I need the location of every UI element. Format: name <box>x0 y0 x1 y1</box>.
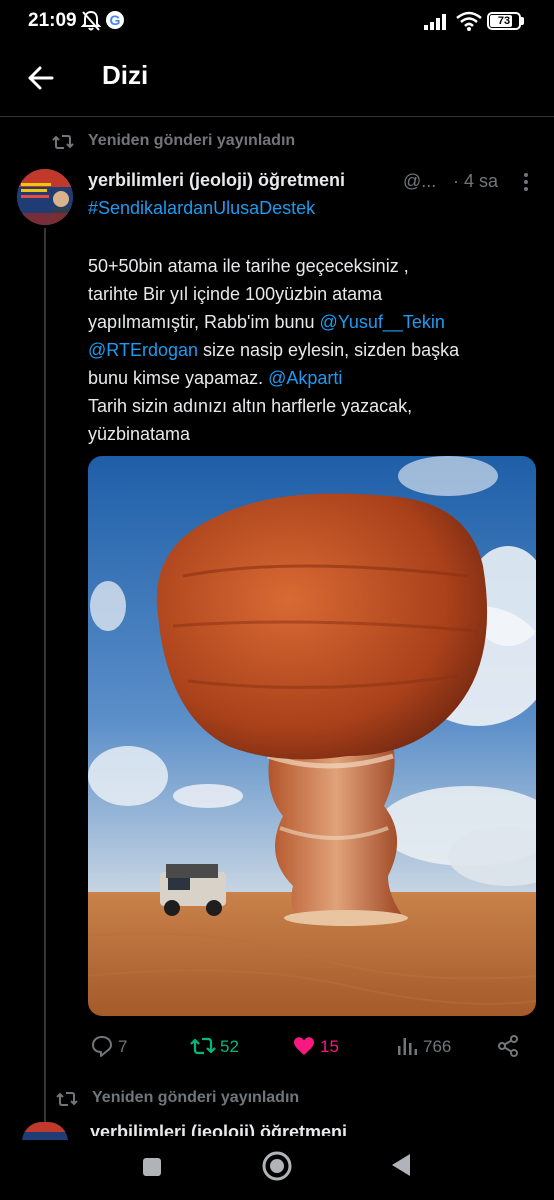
mention-link[interactable]: @Akparti <box>268 368 342 388</box>
next-author-name[interactable]: yerbilimleri (jeoloji) öğretmeni <box>90 1122 347 1136</box>
recent-apps-icon[interactable] <box>141 1156 163 1178</box>
wifi-icon <box>456 11 482 31</box>
back-arrow-icon[interactable] <box>22 58 62 98</box>
post-text-line: yapılmamıştir, Rabb'im bunu @Yusuf__Teki… <box>88 312 445 332</box>
back-triangle-icon[interactable] <box>390 1152 414 1178</box>
views-chart-icon <box>398 1038 417 1055</box>
like-button[interactable]: 15 <box>292 1034 348 1058</box>
repost-label[interactable]: Yeniden gönderi yayınladın <box>52 132 372 154</box>
post-text-line: yüzbinatama <box>88 424 191 444</box>
author-handle[interactable]: @... <box>403 171 436 192</box>
avatar[interactable] <box>17 169 73 225</box>
system-navigation-bar <box>0 1140 554 1200</box>
reply-count: 7 <box>118 1037 128 1056</box>
mention-link[interactable]: @RTErdogan <box>88 340 198 360</box>
home-icon[interactable] <box>261 1150 293 1182</box>
next-avatar[interactable] <box>22 1122 68 1142</box>
views-button[interactable]: 766 <box>395 1034 459 1058</box>
battery-level: 73 <box>497 15 511 27</box>
hashtag-link[interactable]: #SendikalardanUlusaDestek <box>88 198 315 219</box>
reply-icon <box>92 1036 112 1057</box>
post-text-line: Tarih sizin adınızı altın harflerle yaza… <box>88 396 413 416</box>
post-text-line: @RTErdogan size nasip eylesin, sizden ba… <box>88 340 460 360</box>
more-options-icon[interactable] <box>516 172 536 192</box>
author-name[interactable]: yerbilimleri (jeoloji) öğretmeni <box>88 170 345 191</box>
share-icon <box>498 1035 518 1057</box>
thread-line <box>44 228 46 1140</box>
battery-indicator: 73 <box>487 12 521 30</box>
battery-tip <box>521 17 524 25</box>
cellular-signal-icon <box>424 14 446 30</box>
next-repost-label[interactable]: Yeniden gönderi yayınladın <box>56 1089 376 1111</box>
header-divider <box>0 116 554 117</box>
repost-icon <box>52 135 74 149</box>
notifications-muted-icon <box>81 10 101 31</box>
status-time: 21:09 <box>28 10 77 31</box>
post-text-line: tarihte Bir yıl içinde 100yüzbin atama <box>88 284 383 304</box>
share-button[interactable] <box>496 1034 520 1058</box>
post-image[interactable] <box>88 456 536 1016</box>
repost-icon <box>190 1037 216 1055</box>
like-count: 15 <box>320 1037 339 1056</box>
mention-link[interactable]: @Yusuf__Tekin <box>320 312 445 332</box>
google-icon: G <box>106 11 124 29</box>
repost-count: 52 <box>220 1037 239 1056</box>
page-title: Dizi <box>102 60 149 90</box>
repost-icon <box>56 1092 78 1106</box>
post-text-line: 50+50bin atama ile tarihe geçeceksiniz , <box>88 256 409 276</box>
post-time[interactable]: · 4 sa <box>453 171 498 192</box>
repost-button[interactable]: 52 <box>190 1034 250 1058</box>
heart-icon <box>294 1037 314 1055</box>
post-text-line: bunu kimse yapamaz. @Akparti <box>88 368 343 388</box>
views-count: 766 <box>423 1037 452 1056</box>
reply-button[interactable]: 7 <box>90 1034 140 1058</box>
status-bar: 21:09 G 73 <box>0 0 554 44</box>
